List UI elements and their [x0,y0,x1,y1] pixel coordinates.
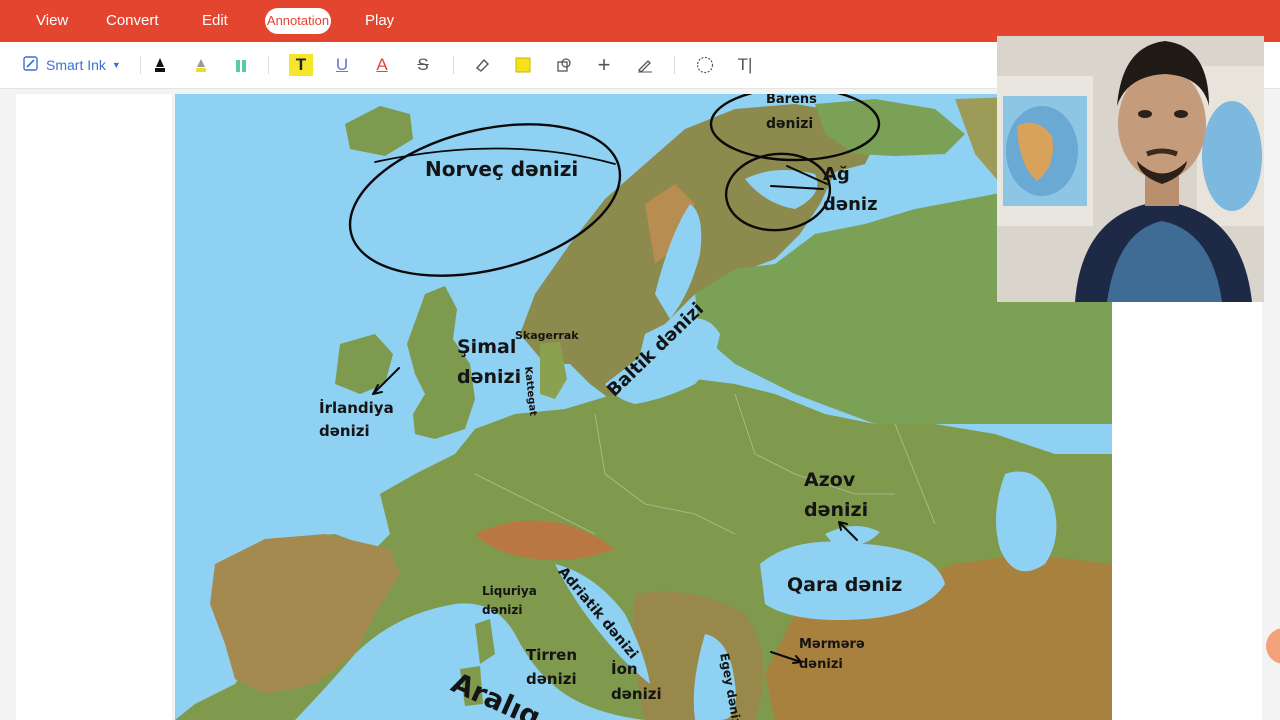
europe-map: Norveç dənizi Barens dənizi Ağ dəniz Şim… [175,94,1112,720]
lasso-icon[interactable] [693,54,717,76]
label-ion-1: İon [611,660,638,678]
note-icon[interactable] [511,54,535,76]
menu-play[interactable]: Play [365,12,394,29]
side-toggle-button[interactable] [1266,628,1280,664]
label-liquriya-1: Liquriya [482,584,537,598]
menu-view[interactable]: View [36,12,68,29]
plus-icon[interactable]: + [592,52,616,77]
smart-ink-icon [22,55,40,76]
text-highlight-icon[interactable]: T [289,54,313,76]
label-tirren-2: dənizi [526,670,577,688]
label-barens-1: Barens [766,94,817,107]
presenter-video [997,36,1264,302]
chevron-down-icon: ▼ [111,60,121,70]
label-norvec: Norveç dənizi [425,157,579,181]
label-ag-1: Ağ [823,164,850,185]
signature-icon[interactable] [633,54,657,76]
shape-icon[interactable] [552,54,576,76]
menu-edit[interactable]: Edit [202,12,228,29]
map-image [175,94,1112,720]
label-irlandiya-2: dənizi [319,422,370,440]
webcam-overlay [997,36,1264,302]
label-barens-2: dənizi [766,116,814,132]
smart-ink-label: Smart Ink [46,57,106,73]
label-simal-2: dənizi [457,366,522,388]
label-qara: Qara dəniz [787,574,903,596]
strikethrough-icon[interactable]: S [411,54,435,76]
label-mermere-1: Mərmərə [799,637,865,652]
right-page-area [1112,302,1262,720]
pen-icon[interactable] [148,54,172,76]
highlighter-icon[interactable] [189,54,213,76]
menu-convert[interactable]: Convert [106,12,159,29]
eraser-icon[interactable] [470,54,494,76]
label-ag-2: dəniz [823,194,878,215]
page-panel [16,94,172,720]
menu-annotation[interactable]: Annotation [265,8,331,34]
label-irlandiya-1: İrlandiya [319,399,394,417]
smart-ink-dropdown[interactable]: Smart Ink ▼ [22,55,121,75]
label-tirren-1: Tirren [526,646,578,664]
marker-icon[interactable] [229,54,253,76]
text-color-icon[interactable]: A [370,54,394,76]
label-azov-2: dənizi [804,499,869,521]
label-ion-2: dənizi [611,685,662,703]
label-mermere-2: dənizi [799,657,843,672]
label-liquriya-2: dənizi [482,603,523,617]
underline-icon[interactable]: U [330,54,354,76]
label-skagerrak: Skagerrak [515,329,579,342]
label-simal-1: Şimal [457,336,517,358]
text-box-icon[interactable]: T| [733,54,757,76]
label-azov-1: Azov [804,469,856,491]
